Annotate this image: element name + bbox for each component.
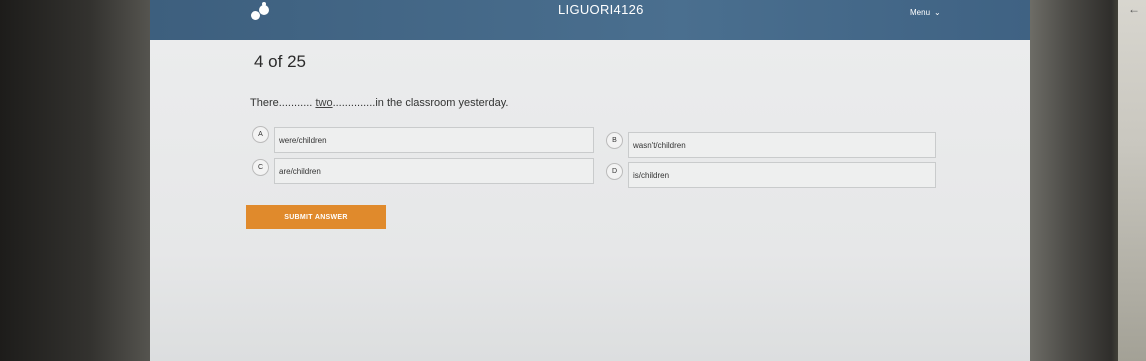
question-text: There........... two..............in the… [250,97,508,109]
menu-button[interactable]: Menu ⌄ [910,8,941,17]
quiz-content: 4 of 25 There........... two............… [150,40,1030,361]
question-answer-filled: two [315,97,333,109]
header-bar: LIGUORI4126 Menu ⌄ [150,0,1030,40]
option-c-box[interactable]: are/children [274,158,594,184]
left-bezel [0,0,150,361]
option-letter-b: B [606,132,623,149]
option-a-box[interactable]: were/children [274,127,594,153]
option-letter-c: C [252,159,269,176]
question-blank-1: ........... [278,97,313,109]
option-d-box[interactable]: is/children [628,162,936,188]
menu-label: Menu [910,8,931,17]
chevron-down-icon: ⌄ [934,8,941,17]
option-letter-d: D [606,163,623,180]
option-b[interactable]: B [606,132,623,149]
app-window: LIGUORI4126 Menu ⌄ 4 of 25 There........… [150,0,1030,361]
side-panel: ← [1118,0,1146,361]
option-letter-a: A [252,126,269,143]
back-arrow-icon[interactable]: ← [1128,2,1140,16]
question-prefix: There [250,97,279,109]
question-suffix: in the classroom yesterday. [375,97,509,109]
submit-answer-button[interactable]: SUBMIT ANSWER [246,205,386,229]
app-title: LIGUORI4126 [558,2,644,17]
option-c[interactable]: C [252,159,269,176]
option-b-box[interactable]: wasn't/children [628,132,936,158]
option-d[interactable]: D [606,163,623,180]
question-blank-2: .............. [332,97,376,109]
logo-icon [250,2,274,22]
question-progress: 4 of 25 [254,52,306,71]
option-a[interactable]: A [252,126,269,143]
